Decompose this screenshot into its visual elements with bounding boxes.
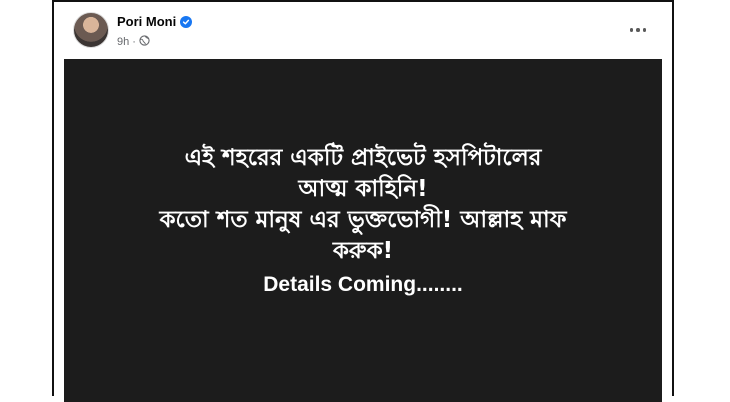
- image-text-block: এই শহরের একটি প্রাইভেট হসপিটালের আত্ম কা…: [64, 143, 662, 300]
- author-avatar[interactable]: [73, 12, 109, 48]
- post-image[interactable]: এই শহরের একটি প্রাইভেট হসপিটালের আত্ম কা…: [64, 59, 662, 402]
- meta-separator: ·: [132, 36, 136, 48]
- more-options-icon[interactable]: [626, 20, 650, 40]
- image-text-line: এই শহরের একটি প্রাইভেট হসপিটালের: [184, 145, 542, 171]
- post-header: Pori Moni 9h ·: [54, 2, 672, 58]
- image-text-line: করুক!: [332, 238, 394, 264]
- author-name[interactable]: Pori Moni: [117, 14, 176, 29]
- verified-badge-icon: [180, 15, 193, 28]
- globe-icon[interactable]: [139, 33, 150, 51]
- author-row: Pori Moni: [117, 14, 193, 29]
- image-text-line: আত্ম কাহিনি!: [298, 176, 428, 202]
- post-timestamp[interactable]: 9h: [117, 36, 129, 48]
- post-meta: 9h ·: [117, 33, 150, 51]
- image-text-line: কতো শত মানুষ এর ভুক্তভোগী! আল্লাহ মাফ: [159, 207, 567, 233]
- image-text-line: Details Coming........: [263, 273, 463, 296]
- facebook-post-card: Pori Moni 9h · এই শহরের একটি প্রাইভেট হস…: [52, 0, 674, 402]
